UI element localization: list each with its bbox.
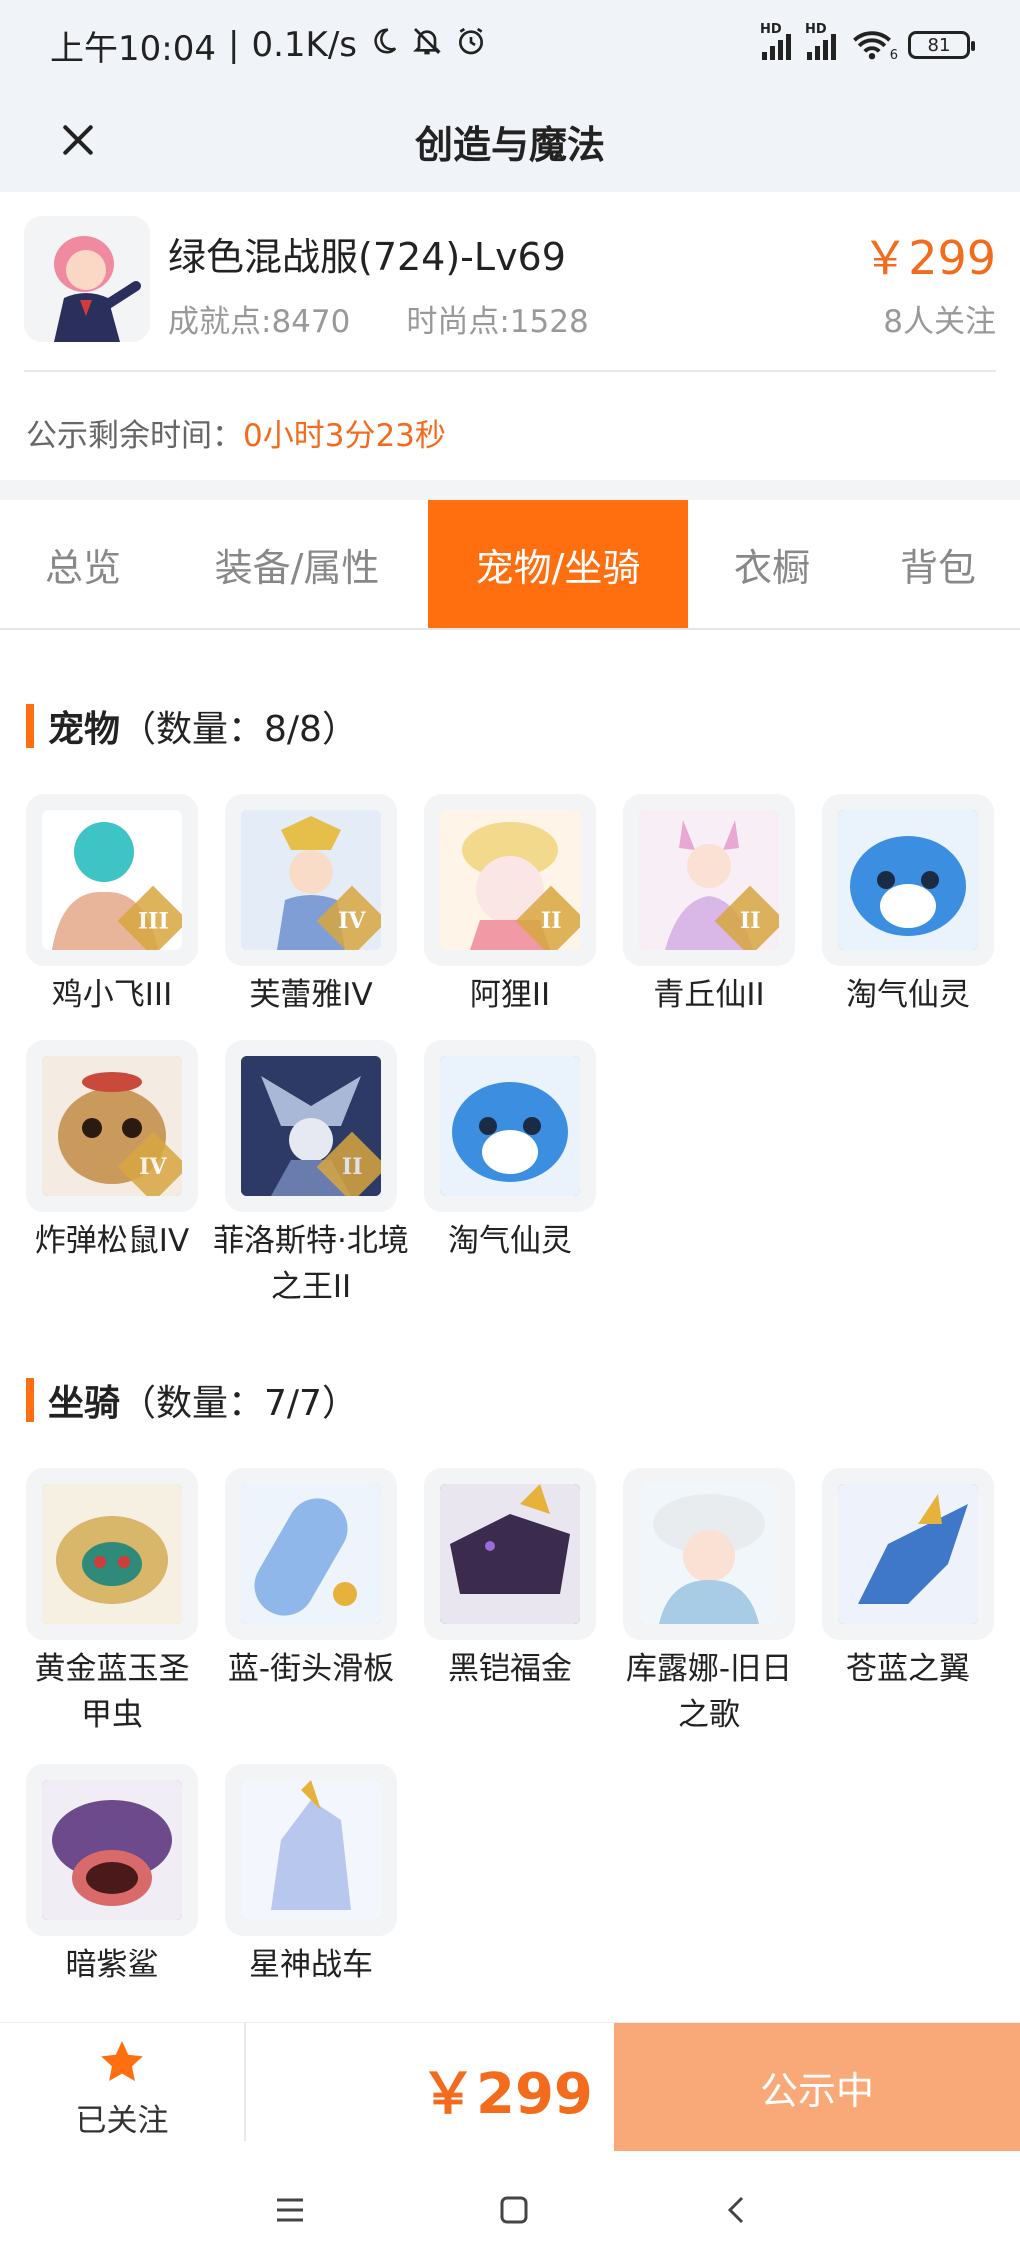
follow-button[interactable]: 已关注 xyxy=(0,2023,244,2153)
pet-item[interactable]: IV 芙蕾雅IV xyxy=(225,794,397,1018)
mount-image xyxy=(241,1484,381,1624)
pet-name: 菲洛斯特·北境之王II xyxy=(213,1223,409,1305)
pet-item[interactable]: IV 炸弹松鼠IV xyxy=(26,1040,198,1264)
mount-image xyxy=(42,1484,182,1624)
mount-name: 暗紫鲨 xyxy=(65,1947,159,1983)
status-bar: 上午10:04 | 0.1K/s HD HD 6 81 xyxy=(0,0,1020,90)
pet-name: 鸡小飞III xyxy=(51,977,173,1013)
pet-name: 淘气仙灵 xyxy=(448,1223,572,1259)
tab-equipment[interactable]: 装备/属性 xyxy=(166,500,428,628)
mount-image xyxy=(42,1780,182,1920)
divider xyxy=(244,2023,246,2141)
system-nav xyxy=(0,2152,1020,2267)
pet-item[interactable]: III 鸡小飞III xyxy=(26,794,198,1018)
tab-bar: 总览 装备/属性 宠物/坐骑 衣橱 背包 xyxy=(0,500,1020,630)
back-icon[interactable] xyxy=(716,2190,756,2230)
divider xyxy=(24,370,996,372)
tab-pets-mounts[interactable]: 宠物/坐骑 xyxy=(428,500,688,628)
pet-name: 青丘仙II xyxy=(653,977,765,1013)
pet-item[interactable]: 淘气仙灵 xyxy=(424,1040,596,1264)
pet-image: IV xyxy=(241,810,381,950)
battery-icon: 81 xyxy=(908,31,975,59)
public-time: 公示剩余时间：0小时3分23秒 xyxy=(26,418,446,454)
navbar: 创造与魔法 xyxy=(0,90,1020,192)
public-status-button[interactable]: 公示中 xyxy=(614,2023,1020,2151)
product-price: ￥299 xyxy=(862,231,996,285)
pets-section-title: 宠物 （数量：8/8） xyxy=(26,700,358,752)
page-title: 创造与魔法 xyxy=(414,122,605,167)
network-speed: 0.1K/s xyxy=(251,25,357,65)
pet-image: II xyxy=(440,810,580,950)
achievement-points: 成就点:8470 xyxy=(168,304,351,340)
pet-name: 阿狸II xyxy=(469,977,551,1013)
mount-item[interactable]: 苍蓝之翼 xyxy=(822,1468,994,1692)
section-gap xyxy=(0,480,1020,500)
mount-item[interactable]: 黄金蓝玉圣甲虫 xyxy=(26,1468,198,1738)
mount-item[interactable]: 黑铠福金 xyxy=(424,1468,596,1692)
pet-image xyxy=(440,1056,580,1196)
fashion-points: 时尚点:1528 xyxy=(406,304,589,340)
character-avatar xyxy=(24,216,150,342)
pet-item[interactable]: 淘气仙灵 xyxy=(822,794,994,1018)
bottom-price: ￥299 xyxy=(420,2062,593,2127)
mounts-section-title: 坐骑 （数量：7/7） xyxy=(26,1374,358,1426)
mount-image xyxy=(639,1484,779,1624)
clock: 上午10:04 xyxy=(50,28,216,69)
moon-icon xyxy=(369,25,399,65)
pet-name: 淘气仙灵 xyxy=(846,977,970,1013)
bell-off-icon xyxy=(411,25,443,66)
product-name: 绿色混战服(724)-Lv69 xyxy=(168,235,566,279)
mount-image xyxy=(440,1484,580,1624)
tab-overview[interactable]: 总览 xyxy=(0,500,166,628)
menu-icon[interactable] xyxy=(270,2190,310,2230)
close-icon[interactable] xyxy=(48,110,108,170)
signal-icon: HD xyxy=(760,22,791,60)
mount-name: 苍蓝之翼 xyxy=(846,1651,970,1687)
mount-name: 蓝-街头滑板 xyxy=(227,1651,395,1687)
follower-count: 8人关注 xyxy=(883,304,996,340)
alarm-icon xyxy=(455,25,487,66)
public-time-value: 0小时3分23秒 xyxy=(243,418,446,454)
bottom-bar: 已关注 ￥299 公示中 xyxy=(0,2022,1020,2152)
tab-wardrobe[interactable]: 衣橱 xyxy=(688,500,856,628)
pet-name: 炸弹松鼠IV xyxy=(34,1223,190,1259)
pet-image: II xyxy=(241,1056,381,1196)
mount-item[interactable]: 库露娜-旧日之歌 xyxy=(623,1468,795,1738)
product-stats: 成就点:8470 时尚点:1528 xyxy=(168,296,589,341)
mount-name: 黑铠福金 xyxy=(448,1651,572,1687)
pet-image: III xyxy=(42,810,182,950)
mount-name: 黄金蓝玉圣甲虫 xyxy=(34,1651,190,1733)
pet-item[interactable]: II 阿狸II xyxy=(424,794,596,1018)
mount-item[interactable]: 星神战车 xyxy=(225,1764,397,1988)
pet-image: IV xyxy=(42,1056,182,1196)
home-icon[interactable] xyxy=(494,2190,534,2230)
pet-image xyxy=(838,810,978,950)
wifi-icon: 6 xyxy=(852,29,898,63)
mount-item[interactable]: 蓝-街头滑板 xyxy=(225,1468,397,1692)
mount-image xyxy=(838,1484,978,1624)
mount-image xyxy=(241,1780,381,1920)
pet-name: 芙蕾雅IV xyxy=(249,977,373,1013)
pet-image: II xyxy=(639,810,779,950)
pet-item[interactable]: II 青丘仙II xyxy=(623,794,795,1018)
tab-backpack[interactable]: 背包 xyxy=(856,500,1020,628)
signal-icon: HD xyxy=(805,22,836,60)
product-card: 绿色混战服(724)-Lv69 成就点:8470 时尚点:1528 ￥299 8… xyxy=(0,192,1020,480)
mount-name: 库露娜-旧日之歌 xyxy=(625,1651,793,1733)
mount-name: 星神战车 xyxy=(249,1947,373,1983)
star-icon xyxy=(97,2037,147,2091)
mount-item[interactable]: 暗紫鲨 xyxy=(26,1764,198,1988)
pet-item[interactable]: II 菲洛斯特·北境之王II xyxy=(213,1040,409,1310)
